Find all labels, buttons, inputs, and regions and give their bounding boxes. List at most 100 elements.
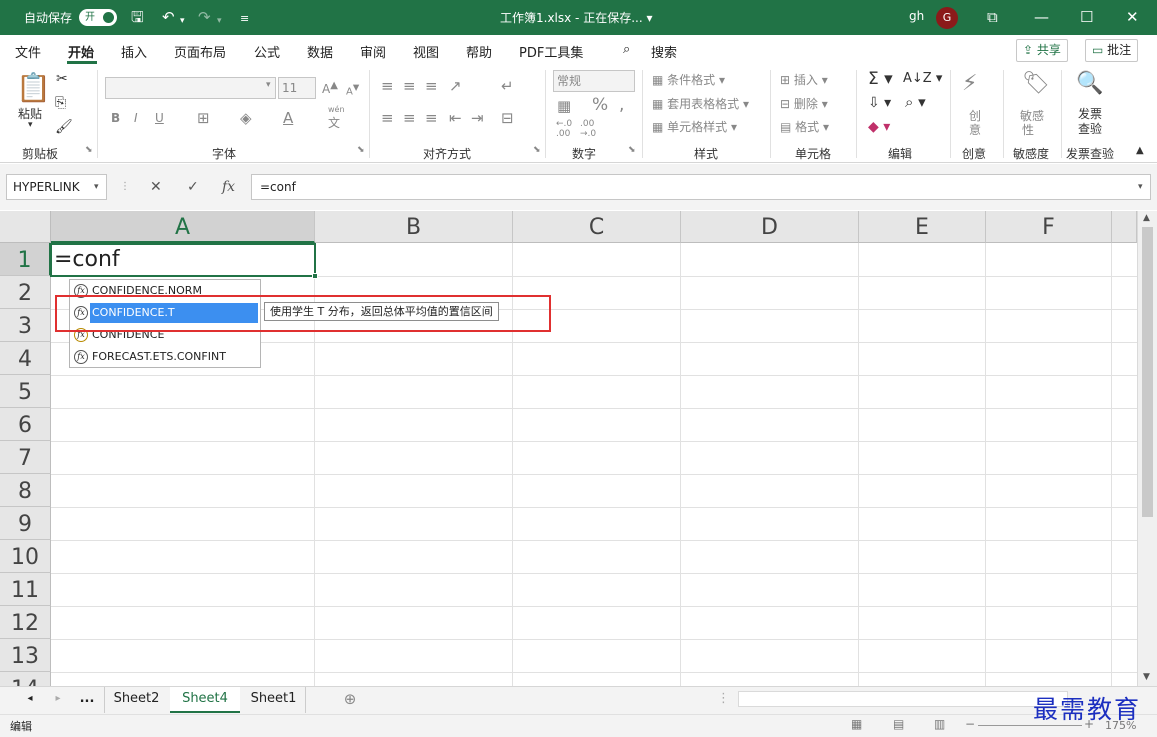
column-header-d[interactable]: D [681,211,859,243]
font-launcher-icon[interactable]: ⬊ [357,145,365,155]
scroll-up-icon[interactable]: ▲ [1143,213,1150,223]
row-header-1[interactable]: 1 [0,243,51,276]
page-break-view-icon[interactable]: ▥ [934,717,945,731]
undo-icon[interactable]: ↶ [162,8,175,26]
maximize-icon[interactable]: ☐ [1080,8,1093,26]
sheet-tab-sheet1[interactable]: Sheet1 [242,687,306,713]
name-box-dropdown-icon[interactable]: ▾ [94,174,99,200]
column-header-e[interactable]: E [859,211,986,243]
row-header-5[interactable]: 5 [0,375,51,408]
sensitivity-label-2[interactable]: 性 [1022,121,1034,138]
clipboard-launcher-icon[interactable]: ⬊ [85,145,93,155]
column-header-b[interactable]: B [315,211,513,243]
orientation-icon[interactable]: ↗ [449,77,462,95]
underline-icon[interactable]: U [155,111,164,125]
avatar[interactable]: G [936,7,958,29]
font-name-dropdown-icon[interactable]: ▾ [266,80,271,90]
increase-indent-icon[interactable]: ⇥ [471,109,484,127]
alignment-launcher-icon[interactable]: ⬊ [533,145,541,155]
scroll-tabs-right-icon[interactable]: ▸ [50,687,66,713]
sheet-tab-sheet2[interactable]: Sheet2 [104,687,168,713]
column-header-c[interactable]: C [513,211,681,243]
search-label[interactable]: 搜索 [651,42,677,61]
zoom-out-icon[interactable]: − [965,717,975,731]
decrease-decimal-icon[interactable]: .00 →.0 [580,119,596,139]
undo-dropdown-icon[interactable]: ▾ [180,12,185,30]
cut-icon[interactable]: ✂ [56,71,68,87]
align-center-icon[interactable]: ≡ [403,109,416,127]
vertical-scrollbar[interactable]: ▲ ▼ [1137,211,1157,686]
decrease-indent-icon[interactable]: ⇤ [449,109,462,127]
comma-style-icon[interactable]: , [619,95,624,115]
scroll-down-icon[interactable]: ▼ [1143,672,1150,682]
save-icon[interactable]: 🖫 [131,8,144,26]
expand-formula-bar-icon[interactable]: ▾ [1138,174,1143,200]
collapse-ribbon-icon[interactable]: ▲ [1136,145,1144,156]
autocomplete-item[interactable]: fx FORECAST.ETS.CONFINT [72,347,258,367]
select-all-corner[interactable] [0,211,51,243]
ideas-label-2[interactable]: 意 [969,121,981,138]
invoice-label-2[interactable]: 查验 [1078,120,1102,137]
font-color-icon[interactable]: A [283,109,293,127]
name-box[interactable]: HYPERLINK [6,174,107,200]
customize-toolbar-icon[interactable]: ≡ [240,10,249,28]
scroll-thumb[interactable] [1142,227,1153,517]
comments-button[interactable]: ▭ 批注 [1085,39,1139,62]
active-cell-a1[interactable]: =conf [50,243,318,279]
row-header-10[interactable]: 10 [0,540,51,573]
tab-page-layout[interactable]: 页面布局 [174,42,226,61]
autosum-icon[interactable]: Σ ▾ [868,69,893,89]
column-header-partial[interactable] [1112,211,1137,243]
row-header-4[interactable]: 4 [0,342,51,375]
row-header-13[interactable]: 13 [0,639,51,672]
fill-color-icon[interactable]: ◈ [240,109,252,127]
tab-view[interactable]: 视图 [413,42,439,61]
align-top-icon[interactable]: ≡ [381,77,394,95]
page-layout-view-icon[interactable]: ▤ [893,717,904,731]
row-header-8[interactable]: 8 [0,474,51,507]
row-header-2[interactable]: 2 [0,276,51,309]
align-middle-icon[interactable]: ≡ [403,77,416,95]
more-sheets-button[interactable]: ... [74,687,100,713]
search-icon[interactable]: ⌕ [623,42,630,57]
scroll-tabs-left-icon[interactable]: ◂ [22,687,38,713]
cell-styles-button[interactable]: ▦ 单元格样式 ▾ [652,118,737,135]
format-cells-button[interactable]: ▤ 格式 ▾ [780,118,829,135]
row-header-3[interactable]: 3 [0,309,51,342]
invoice-check-icon[interactable]: 🔍 [1076,71,1103,96]
horizontal-scrollbar[interactable] [738,691,1068,707]
autosave-toggle[interactable]: 开 [79,9,117,26]
increase-font-icon[interactable]: A▲ [322,80,338,96]
format-as-table-button[interactable]: ▦ 套用表格格式 ▾ [652,95,749,112]
redo-icon[interactable]: ↷ [198,8,211,26]
tab-pdf-tools[interactable]: PDF工具集 [519,42,583,61]
share-button[interactable]: ⇪ 共享 [1016,39,1068,62]
tab-formulas[interactable]: 公式 [254,42,280,61]
enter-icon[interactable]: ✓ [187,174,199,200]
tab-file[interactable]: 文件 [15,42,41,61]
tab-help[interactable]: 帮助 [466,42,492,61]
percent-icon[interactable]: % [592,95,608,115]
minimize-icon[interactable]: — [1034,8,1049,26]
format-painter-icon[interactable]: 🖌 [55,119,73,135]
bold-icon[interactable]: B [111,111,120,125]
number-launcher-icon[interactable]: ⬊ [628,145,636,155]
close-icon[interactable]: ✕ [1126,8,1139,26]
column-header-a[interactable]: A [51,211,315,243]
row-header-6[interactable]: 6 [0,408,51,441]
paste-dropdown-icon[interactable]: ▾ [28,120,33,130]
paste-icon[interactable]: 📋 [16,71,51,104]
delete-cells-button[interactable]: ⊟ 删除 ▾ [780,95,828,112]
find-select-icon[interactable]: ⌕ ▾ [905,93,926,111]
wrap-text-icon[interactable]: ↵ [501,77,514,95]
number-format-select[interactable]: 常规 [553,70,635,92]
row-header-11[interactable]: 11 [0,573,51,606]
row-header-12[interactable]: 12 [0,606,51,639]
fill-icon[interactable]: ⇩ ▾ [868,95,891,111]
borders-icon[interactable]: ⊞ [197,109,210,127]
sheet-tab-sheet4[interactable]: Sheet4 [170,687,240,713]
italic-icon[interactable]: I [134,111,138,125]
cancel-icon[interactable]: ✕ [150,174,162,200]
merge-center-icon[interactable]: ⊟ [501,109,514,127]
font-size-select[interactable]: 11 [278,77,316,99]
